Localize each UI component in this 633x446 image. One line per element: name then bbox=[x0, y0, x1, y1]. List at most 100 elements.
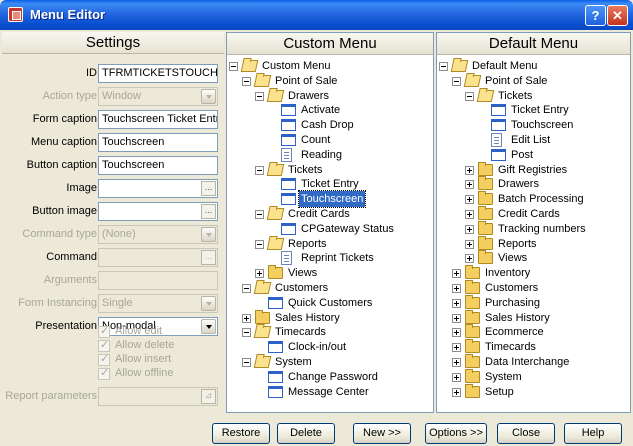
options-button[interactable]: Options >> bbox=[425, 423, 487, 444]
tree-node-label[interactable]: CPGateway Status bbox=[299, 221, 396, 237]
tree-node-label[interactable]: Tickets bbox=[286, 162, 324, 178]
tree-node-label[interactable]: Timecards bbox=[483, 339, 538, 355]
tree-node-label[interactable]: Cash Drop bbox=[299, 117, 356, 133]
id-field[interactable]: TFRMTICKETSTOUCHSC bbox=[98, 64, 218, 83]
collapse-minus-icon[interactable] bbox=[452, 76, 461, 86]
collapse-minus-icon[interactable] bbox=[465, 91, 474, 101]
tree-node-label[interactable]: Post bbox=[509, 147, 535, 163]
tree-node-label[interactable]: Customers bbox=[483, 280, 540, 296]
collapse-minus-icon[interactable] bbox=[242, 328, 251, 338]
collapse-minus-icon[interactable] bbox=[242, 358, 251, 367]
tree-node-label[interactable]: Point of Sale bbox=[483, 73, 549, 89]
expand-plus-icon[interactable] bbox=[452, 284, 461, 293]
button-image-field[interactable]: ... bbox=[98, 202, 218, 221]
browse-icon[interactable]: ... bbox=[201, 181, 216, 196]
tree-node-label[interactable]: Timecards bbox=[273, 324, 328, 340]
form-caption-field[interactable]: Touchscreen Ticket Entry bbox=[98, 110, 218, 129]
expand-plus-icon[interactable] bbox=[255, 269, 264, 279]
expand-plus-icon[interactable] bbox=[452, 372, 461, 382]
browse-icon[interactable]: ... bbox=[201, 204, 216, 219]
tree-node-label[interactable]: Sales History bbox=[483, 310, 552, 326]
new-button[interactable]: New >> bbox=[353, 423, 411, 444]
image-field[interactable]: ... bbox=[98, 179, 218, 198]
tree-node-label[interactable]: Reports bbox=[496, 236, 539, 252]
expand-plus-icon[interactable] bbox=[452, 343, 461, 353]
collapse-minus-icon[interactable] bbox=[439, 62, 448, 71]
button-caption-field[interactable]: Touchscreen bbox=[98, 156, 218, 175]
tree-node-label[interactable]: Customers bbox=[273, 280, 330, 296]
tree-node-label[interactable]: Reading bbox=[299, 147, 344, 163]
tree-node-label[interactable]: Views bbox=[286, 265, 319, 281]
collapse-minus-icon[interactable] bbox=[255, 210, 264, 219]
help-title-button[interactable]: ? bbox=[585, 5, 606, 26]
tree-node-label[interactable]: Count bbox=[299, 132, 332, 148]
expand-plus-icon[interactable] bbox=[465, 254, 474, 264]
help-dialog-button[interactable]: Help bbox=[564, 423, 622, 444]
tree-node-label[interactable]: Change Password bbox=[286, 369, 380, 385]
menu-caption-field[interactable]: Touchscreen bbox=[98, 133, 218, 152]
tree-node-label[interactable]: Message Center bbox=[286, 384, 371, 400]
expand-plus-icon[interactable] bbox=[465, 165, 474, 175]
tree-node-label[interactable]: Drawers bbox=[496, 176, 541, 192]
form-window-icon bbox=[491, 148, 506, 161]
expand-plus-icon[interactable] bbox=[242, 313, 251, 323]
expand-plus-icon[interactable] bbox=[452, 269, 461, 279]
expand-plus-icon[interactable] bbox=[465, 239, 474, 249]
tree-node-label[interactable]: Credit Cards bbox=[496, 206, 562, 222]
tree-node-label[interactable]: Ticket Entry bbox=[509, 102, 571, 118]
chevron-down-icon bbox=[201, 89, 216, 104]
restore-button[interactable]: Restore bbox=[212, 423, 270, 444]
tree-node-label[interactable]: Custom Menu bbox=[260, 58, 332, 74]
expand-plus-icon[interactable] bbox=[465, 195, 474, 205]
close-dialog-button[interactable]: Close bbox=[497, 423, 555, 444]
tree-node-label[interactable]: Tracking numbers bbox=[496, 221, 588, 237]
tree-node-label[interactable]: Credit Cards bbox=[286, 206, 352, 222]
expand-plus-icon[interactable] bbox=[452, 313, 461, 323]
tree-node-label[interactable]: Edit List bbox=[509, 132, 552, 148]
tree-node-label[interactable]: Ecommerce bbox=[483, 324, 546, 340]
tree-node-label[interactable]: Clock-in/out bbox=[286, 339, 348, 355]
expand-plus-icon[interactable] bbox=[465, 210, 474, 219]
tree-node-label[interactable]: Data Interchange bbox=[483, 354, 571, 370]
command-field[interactable]: ... bbox=[98, 248, 218, 267]
tree-node-label[interactable]: Point of Sale bbox=[273, 73, 339, 89]
tree-node-label[interactable]: Views bbox=[496, 250, 529, 266]
collapse-minus-icon[interactable] bbox=[255, 91, 264, 101]
tree-node-label[interactable]: Quick Customers bbox=[286, 295, 374, 311]
tree-node-label[interactable]: System bbox=[273, 354, 314, 370]
tree-node-label[interactable]: Setup bbox=[483, 384, 516, 400]
tree-node-label[interactable]: System bbox=[483, 369, 524, 385]
tree-node-label[interactable]: Ticket Entry bbox=[299, 176, 361, 192]
collapse-minus-icon[interactable] bbox=[229, 62, 238, 71]
tree-node-label[interactable]: Default Menu bbox=[470, 58, 539, 74]
title-bar[interactable]: Menu Editor ? ✕ bbox=[0, 0, 633, 30]
folder-icon bbox=[255, 309, 270, 324]
expand-plus-icon[interactable] bbox=[452, 298, 461, 308]
tree-node-label[interactable]: Reports bbox=[286, 236, 329, 252]
delete-button[interactable]: Delete bbox=[277, 423, 335, 444]
tree-node-label[interactable]: Reprint Tickets bbox=[299, 250, 376, 266]
expand-plus-icon[interactable] bbox=[465, 224, 474, 234]
tree-node-label[interactable]: Touchscreen bbox=[297, 190, 367, 209]
tree-node-label[interactable]: Purchasing bbox=[483, 295, 542, 311]
collapse-minus-icon[interactable] bbox=[255, 165, 264, 175]
tree-node-label[interactable]: Activate bbox=[299, 102, 342, 118]
chevron-down-icon[interactable] bbox=[201, 319, 216, 334]
collapse-minus-icon[interactable] bbox=[242, 76, 251, 86]
tree-node-label[interactable]: Gift Registries bbox=[496, 162, 569, 178]
tree-node-label[interactable]: Inventory bbox=[483, 265, 532, 281]
tree-node-label[interactable]: Drawers bbox=[286, 88, 331, 104]
tree-node-label[interactable]: Tickets bbox=[496, 88, 534, 104]
browse-icon[interactable]: ... bbox=[201, 250, 216, 265]
expand-plus-icon[interactable] bbox=[465, 180, 474, 190]
collapse-minus-icon[interactable] bbox=[242, 284, 251, 293]
expand-plus-icon[interactable] bbox=[452, 328, 461, 338]
expand-plus-icon[interactable] bbox=[452, 387, 461, 397]
tree-node-label[interactable]: Batch Processing bbox=[496, 191, 586, 207]
collapse-minus-icon[interactable] bbox=[255, 239, 264, 249]
close-window-button[interactable]: ✕ bbox=[607, 5, 628, 26]
folder-icon bbox=[478, 176, 493, 191]
expand-plus-icon[interactable] bbox=[452, 358, 461, 367]
tree-node-label[interactable]: Sales History bbox=[273, 310, 342, 326]
tree-node-label[interactable]: Touchscreen bbox=[509, 117, 575, 133]
